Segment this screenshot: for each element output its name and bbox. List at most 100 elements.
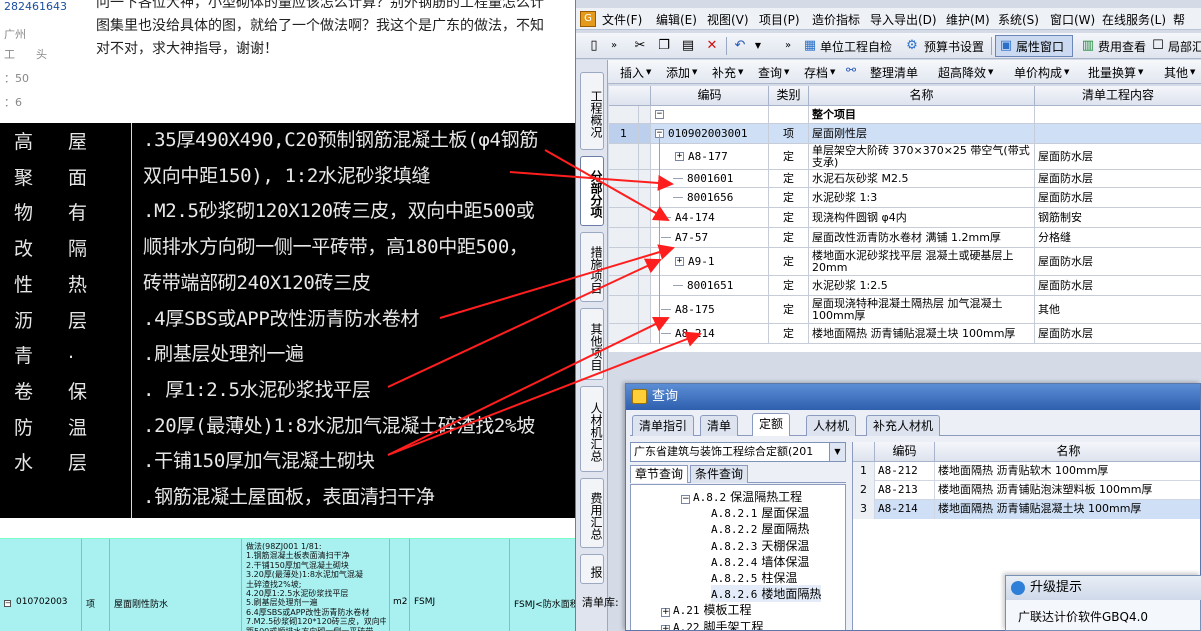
tree-node[interactable]: A.8.2.5 柱保温 (711, 569, 797, 586)
result-row[interactable]: 2 A8-213 楼地面隔热 沥青铺贴泡沫塑料板 100mm厚 (853, 481, 1200, 500)
expand-icon[interactable]: + (675, 152, 684, 161)
app-icon[interactable]: G (580, 11, 596, 27)
collapse-icon[interactable]: − (655, 110, 664, 119)
unit-check-icon[interactable]: ▦ (802, 38, 818, 54)
row-code[interactable]: 8001651 (651, 276, 769, 295)
result-row[interactable]: 1 A8-212 楼地面隔热 沥青贴软木 100mm厚 (853, 462, 1200, 481)
row-name[interactable]: 水泥砂浆 1:2.5 (809, 276, 1035, 295)
gear-icon[interactable]: ⚙ (904, 38, 920, 54)
row-code[interactable]: −010902003001 (651, 124, 769, 143)
delete-icon[interactable]: ✕ (704, 38, 720, 54)
result-header-name[interactable]: 名称 (935, 442, 1200, 462)
tree-node[interactable]: A.8.2.2 屋面隔热 (711, 520, 809, 537)
menu-item[interactable]: 造价指标 (812, 11, 860, 28)
menu-item[interactable]: 项目(P) (759, 11, 800, 28)
tree-node[interactable]: A.8.2.1 屋面保温 (711, 504, 809, 521)
result-row[interactable]: 3 A8-214 楼地面隔热 沥青铺贴混凝土块 100mm厚 (853, 500, 1200, 519)
expand-icon[interactable]: + (661, 624, 670, 630)
toolbar-item[interactable]: 插入 (620, 64, 644, 81)
menu-item[interactable]: 窗口(W) (1050, 11, 1095, 28)
chevron-down-icon[interactable]: ▼ (646, 68, 651, 76)
row-number[interactable] (609, 276, 639, 295)
row-number[interactable] (609, 106, 639, 123)
menu-item[interactable]: 视图(V) (707, 11, 749, 28)
result-name[interactable]: 楼地面隔热 沥青贴软木 100mm厚 (935, 462, 1200, 481)
chevron-down-icon[interactable]: ▼ (830, 68, 835, 76)
toolbar-item[interactable]: 整理清单 (870, 64, 918, 81)
row-content[interactable]: 分格缝 (1035, 228, 1201, 247)
row-number[interactable] (609, 324, 639, 343)
tab-quota[interactable]: 定额 (752, 413, 791, 436)
cost-icon[interactable]: ▥ (1080, 38, 1096, 54)
tree-node[interactable]: − A.8.2 保温隔热工程 (681, 488, 802, 505)
copy-icon[interactable]: ❐ (656, 38, 672, 54)
row-number[interactable] (609, 248, 639, 275)
grid-header-type[interactable]: 类别 (769, 86, 809, 106)
tab-condition-query[interactable]: 条件查询 (690, 465, 749, 483)
tab-labor[interactable]: 人材机 (806, 415, 857, 436)
table-row[interactable]: 8001651 定水泥砂浆 1:2.5 屋面防水层 (609, 276, 1201, 296)
row-number[interactable] (609, 188, 639, 207)
unit-check-button[interactable]: 单位工程自检 (820, 38, 892, 55)
chevron-down-icon[interactable]: ▼ (988, 68, 993, 76)
table-row[interactable]: A8-175 定屋面现浇特种混凝土隔热层 加气混凝土 100mm厚 其他 (609, 296, 1201, 324)
result-header-code[interactable]: 编码 (875, 442, 935, 462)
toolbar-item[interactable]: 批量换算 (1088, 64, 1136, 81)
binoculars-icon[interactable]: ⚯ (846, 63, 856, 77)
chevron-down-icon[interactable]: ▼ (692, 68, 697, 76)
budget-settings-button[interactable]: 预算书设置 (924, 38, 984, 55)
chevron-down-icon[interactable]: ▼ (829, 443, 845, 461)
row-content[interactable]: 屋面防水层 (1035, 276, 1201, 295)
row-name[interactable]: 楼地面隔热 沥青铺贴混凝土块 100mm厚 (809, 324, 1035, 343)
tree-node[interactable]: A.8.2.6 楼地面隔热 (711, 585, 822, 603)
overflow-icon[interactable]: » (606, 38, 622, 54)
toolbar-item[interactable]: 添加 (666, 64, 690, 81)
cost-view-button[interactable]: 费用查看 (1098, 38, 1146, 55)
expand-icon[interactable]: − (4, 600, 11, 607)
menu-item[interactable]: 在线服务(L) (1102, 11, 1166, 28)
grid-header-content[interactable]: 清单工程内容 (1035, 86, 1201, 106)
toolbar-item[interactable]: 其他 (1164, 64, 1188, 81)
row-content[interactable] (1035, 106, 1201, 123)
dialog-title-bar[interactable]: 查询 (626, 384, 1200, 410)
row-content[interactable]: 屋面防水层 (1035, 188, 1201, 207)
cut-icon[interactable]: ✂ (632, 38, 648, 54)
toolbar-item[interactable]: 补充 (712, 64, 736, 81)
row-code[interactable]: 8001656 (651, 188, 769, 207)
collapse-icon[interactable]: − (681, 495, 690, 504)
row-code[interactable]: 8001601 (651, 170, 769, 187)
chevron-down-icon[interactable]: ▼ (738, 68, 743, 76)
local-summary-button[interactable]: 局部汇 (1168, 38, 1201, 55)
tree-node[interactable]: A.8.2.3 天棚保温 (711, 537, 809, 554)
table-row[interactable]: + A9-1 定楼地面水泥砂浆找平层 混凝土或硬基层上 20mm 屋面防水层 (609, 248, 1201, 276)
toolbar-item[interactable]: 超高降效 (938, 64, 986, 81)
row-name[interactable]: 水泥石灰砂浆 M2.5 (809, 170, 1035, 187)
result-code[interactable]: A8-213 (875, 481, 935, 500)
chevron-down-icon[interactable]: ▼ (1064, 68, 1069, 76)
table-row[interactable]: A8-214 定楼地面隔热 沥青铺贴混凝土块 100mm厚 屋面防水层 (609, 324, 1201, 344)
row-name[interactable]: 屋面现浇特种混凝土隔热层 加气混凝土 100mm厚 (809, 296, 1035, 323)
row-code[interactable]: A8-175 (651, 296, 769, 323)
tab-chapter-query[interactable]: 章节查询 (630, 465, 689, 483)
row-code[interactable]: − (651, 106, 769, 123)
user-id[interactable]: 282461643 (4, 0, 67, 13)
menu-item[interactable]: 导入导出(D) (870, 11, 937, 28)
row-code[interactable]: + A9-1 (651, 248, 769, 275)
tab-supplement[interactable]: 补充人材机 (866, 415, 941, 436)
menu-item[interactable]: 维护(M) (946, 11, 990, 28)
table-row[interactable]: A4-174 定现浇构件圆钢 φ4内 钢筋制安 (609, 208, 1201, 228)
row-number[interactable]: 1 (609, 124, 639, 143)
tree-node[interactable]: + A.22 脚手架工程 (661, 618, 764, 630)
result-code[interactable]: A8-212 (875, 462, 935, 481)
row-content[interactable] (1035, 124, 1201, 143)
row-code[interactable]: A4-174 (651, 208, 769, 227)
menu-item[interactable]: 文件(F) (602, 11, 642, 28)
row-number[interactable] (609, 170, 639, 187)
row-code[interactable]: A8-214 (651, 324, 769, 343)
row-name[interactable]: 现浇构件圆钢 φ4内 (809, 208, 1035, 227)
row-name[interactable]: 屋面改性沥青防水卷材 满铺 1.2mm厚 (809, 228, 1035, 247)
table-row[interactable]: − 整个项目 (609, 106, 1201, 124)
tab-vertical[interactable]: 报 (580, 554, 604, 584)
row-name[interactable]: 屋面刚性层 (809, 124, 1035, 143)
toolbar-item[interactable]: 查询 (758, 64, 782, 81)
